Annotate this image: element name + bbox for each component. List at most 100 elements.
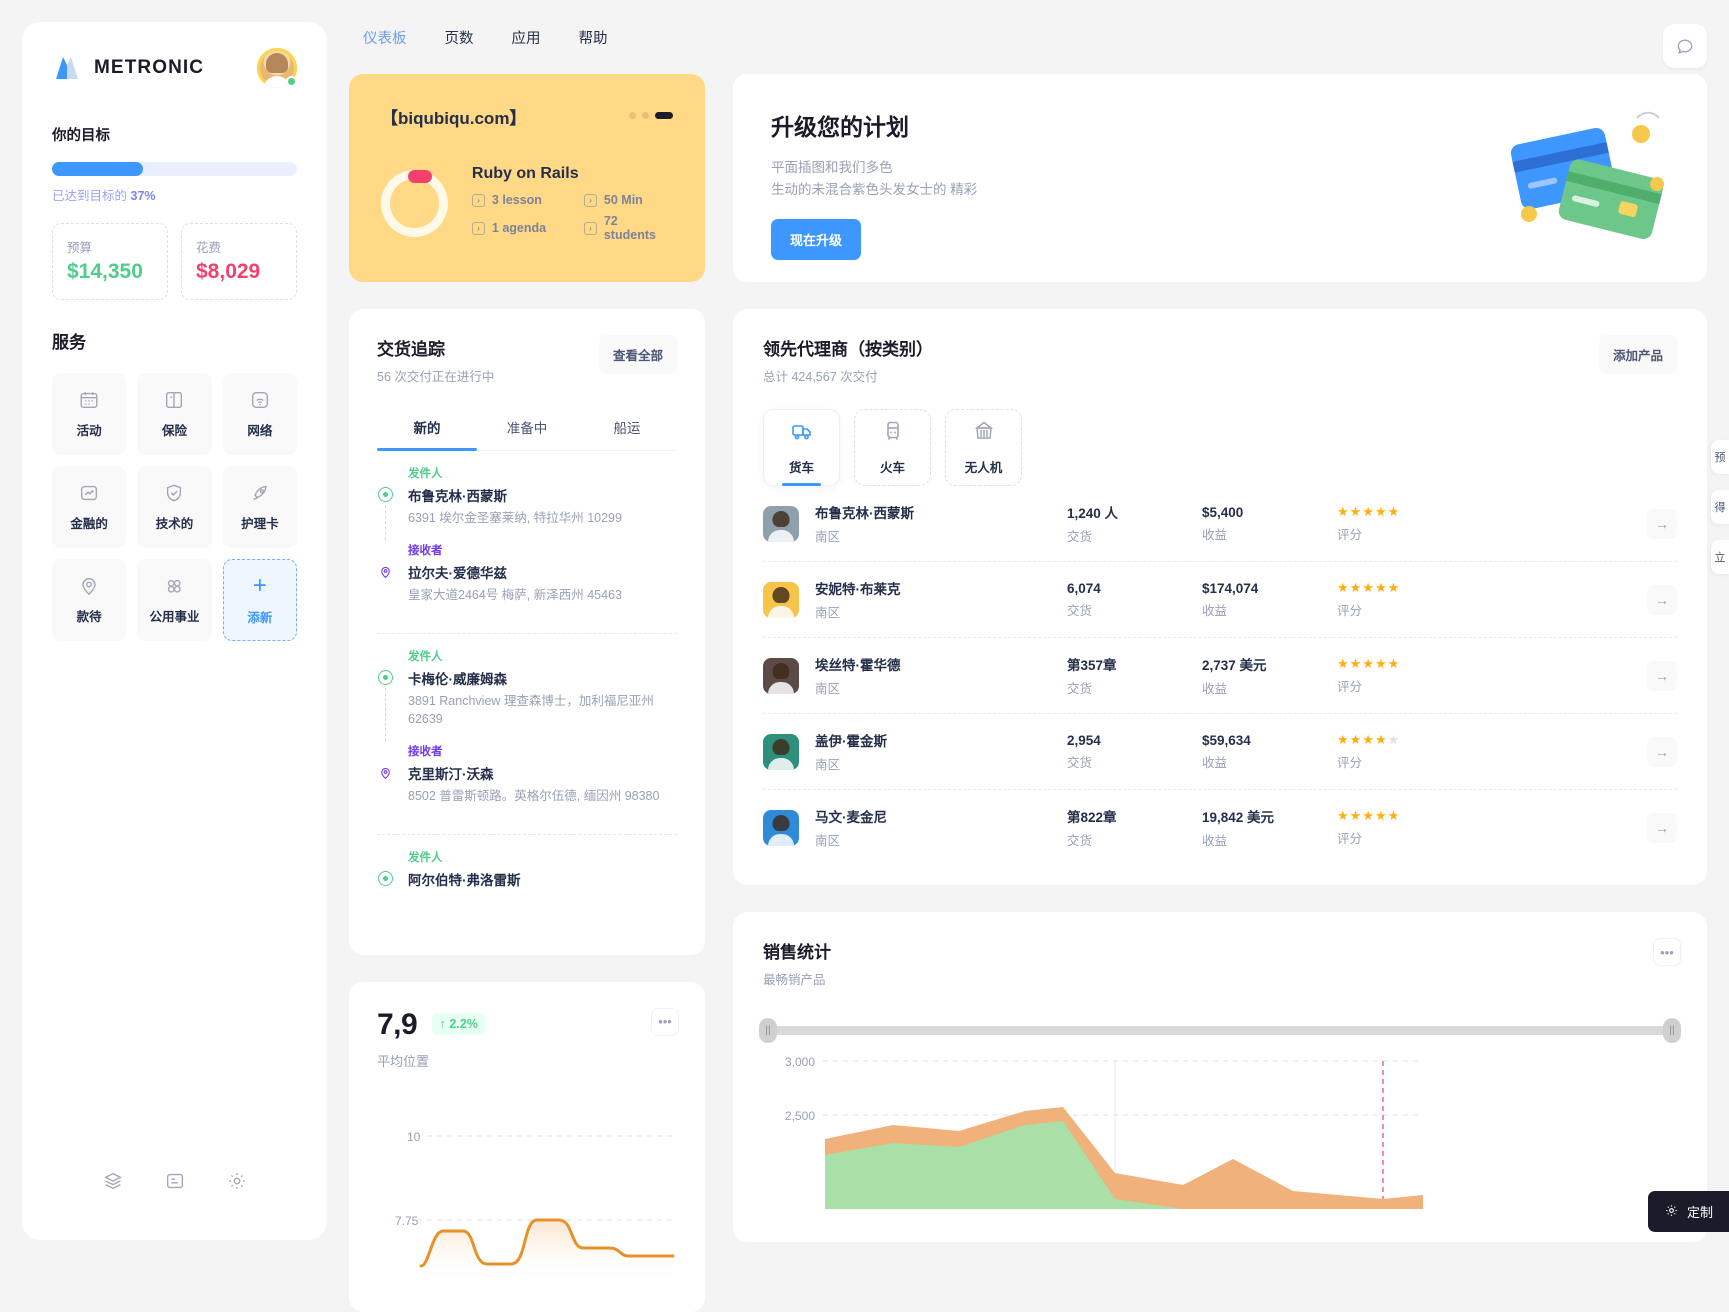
timeline-rail bbox=[377, 648, 394, 741]
sender-label: 发件人 bbox=[408, 851, 443, 864]
agent-rating-label: 评分 bbox=[1337, 604, 1363, 618]
service-tile-finance[interactable]: 金融的 bbox=[52, 466, 127, 548]
brand[interactable]: METRONIC bbox=[52, 53, 204, 83]
slider-handle-left[interactable]: || bbox=[759, 1018, 777, 1043]
tab-shipping[interactable]: 船运 bbox=[577, 407, 677, 450]
sales-chart: 3,000 2,500 bbox=[763, 1049, 1677, 1214]
slider-handle-right[interactable]: || bbox=[1663, 1018, 1681, 1043]
layers-icon[interactable] bbox=[102, 1170, 124, 1192]
pagination-dot[interactable] bbox=[629, 112, 636, 119]
agent-delivery-cell: 2,954 交货 bbox=[1067, 733, 1202, 771]
agents-title: 领先代理商（按类别） bbox=[763, 340, 933, 359]
nav-item-pages[interactable]: 页数 bbox=[445, 27, 474, 48]
add-product-button[interactable]: 添加产品 bbox=[1598, 335, 1677, 374]
service-tile-utilities[interactable]: 公用事业 bbox=[137, 559, 212, 641]
service-tile-technical[interactable]: 技术的 bbox=[137, 466, 212, 548]
service-label: 技术的 bbox=[155, 517, 194, 531]
agent-delivery-cell: 1,240 人 交货 bbox=[1067, 502, 1202, 545]
sidebar: METRONIC 你的目标 已达到目标的 37% 预算 $14,350 花费 $… bbox=[22, 22, 327, 1240]
brand-name: METRONIC bbox=[94, 57, 205, 78]
promo-meta-item: › 50 Min bbox=[583, 193, 673, 207]
average-position-card: 7,9 ↑ 2.2% 平均位置 ••• 10 7.75 bbox=[349, 981, 705, 1312]
delivery-timeline: 发件人 布鲁克林·西蒙斯 6391 埃尔金圣塞莱纳, 特拉华州 10299 接收… bbox=[377, 465, 677, 917]
goal-progress-percent: 37% bbox=[130, 189, 156, 203]
pagination-dot-active[interactable] bbox=[655, 112, 673, 119]
timeline-body: 发件人 卡梅伦·威廉姆森 3891 Ranchview 理查森博士，加利福尼亚州… bbox=[408, 648, 677, 742]
agent-revenue-cell: 2,737 美元 收益 bbox=[1202, 654, 1337, 697]
upgrade-desc-line2: 生动的未混合紫色头发女士的 精彩 bbox=[771, 181, 978, 197]
agent-identity: 埃丝特·霍华德 南区 bbox=[799, 654, 1067, 697]
user-avatar[interactable] bbox=[257, 48, 297, 88]
agent-name: 布鲁克林·西蒙斯 bbox=[815, 506, 914, 521]
delivery-group: 发件人 布鲁克林·西蒙斯 6391 埃尔金圣塞莱纳, 特拉华州 10299 接收… bbox=[377, 465, 677, 634]
service-tile-add-new[interactable]: + 添新 bbox=[222, 559, 297, 641]
agent-rating-cell: ★★★★★ 评分 bbox=[1337, 732, 1472, 771]
timeline-entry-receiver: 接收者 克里斯汀·沃森 8502 普雷斯顿路。英格尔伍德, 缅因州 98380 bbox=[377, 743, 677, 820]
agent-identity: 安妮特·布莱克 南区 bbox=[799, 578, 1067, 621]
average-area-chart-svg bbox=[417, 1135, 677, 1284]
rail-chip[interactable]: 得 bbox=[1711, 490, 1729, 524]
service-tile-hospitality[interactable]: 款待 bbox=[52, 559, 127, 641]
notes-icon[interactable] bbox=[164, 1170, 186, 1192]
chat-help-icon[interactable] bbox=[1663, 24, 1707, 68]
arrow-right-icon[interactable]: → bbox=[1647, 736, 1677, 767]
customize-button[interactable]: 定制 bbox=[1647, 1191, 1729, 1232]
agent-revenue-cell: 19,842 美元 收益 bbox=[1202, 806, 1337, 849]
mode-truck[interactable]: 货车 bbox=[763, 409, 840, 486]
right-rail: 预 得 立 bbox=[1711, 440, 1729, 574]
upgrade-now-button[interactable]: 现在升级 bbox=[771, 219, 862, 261]
service-tile-carecard[interactable]: 护理卡 bbox=[222, 466, 297, 548]
truck-icon bbox=[790, 419, 814, 448]
nav-item-apps[interactable]: 应用 bbox=[512, 27, 541, 48]
mode-label: 货车 bbox=[788, 461, 814, 475]
upgrade-desc-line1: 平面插图和我们多色 bbox=[771, 160, 893, 175]
promo-pagination[interactable] bbox=[629, 112, 673, 119]
delivery-titles: 交货追踪 56 次交付正在进行中 bbox=[377, 335, 494, 385]
promo-meta-label: 3 lesson bbox=[491, 193, 542, 207]
receiver-name: 拉尔夫·爱德华兹 bbox=[408, 565, 507, 581]
gear-icon[interactable] bbox=[226, 1170, 248, 1192]
wallet-cards-illustration bbox=[1491, 96, 1671, 261]
pagination-dot[interactable] bbox=[642, 112, 649, 119]
y-tick-label: 10 bbox=[407, 1129, 421, 1144]
table-row: 盖伊·霍金斯 南区 2,954 交货 $59,634 收益 ★★★★★ 评分 → bbox=[763, 714, 1677, 790]
agent-region: 南区 bbox=[815, 606, 841, 620]
agent-region: 南区 bbox=[815, 682, 841, 696]
agent-revenue-cell: $5,400 收益 bbox=[1202, 505, 1337, 543]
promo-meta-label: 72 students bbox=[603, 214, 656, 242]
promo-meta-item: › 3 lesson bbox=[471, 193, 572, 207]
view-all-button[interactable]: 查看全部 bbox=[598, 335, 677, 374]
arrow-right-icon[interactable]: → bbox=[1647, 584, 1677, 615]
mode-drone[interactable]: 无人机 bbox=[945, 409, 1022, 486]
receiver-name: 克里斯汀·沃森 bbox=[408, 767, 494, 782]
mode-label: 无人机 bbox=[964, 461, 1003, 475]
delivery-group: 发件人 卡梅伦·威廉姆森 3891 Ranchview 理查森博士，加利福尼亚州… bbox=[377, 648, 677, 835]
agent-rating-label: 评分 bbox=[1337, 680, 1363, 694]
promo-card: 【biqubiqu.com】 Ruby on Rails › 3 lesson … bbox=[349, 74, 705, 282]
receiver-pin-icon bbox=[378, 564, 393, 579]
sales-range-slider[interactable]: || || bbox=[759, 1018, 1681, 1043]
service-tile-network[interactable]: 网络 bbox=[222, 373, 297, 455]
rail-chip[interactable]: 预 bbox=[1711, 440, 1729, 474]
agent-revenue-value: 19,842 美元 bbox=[1202, 810, 1275, 825]
arrow-right-icon[interactable]: → bbox=[1647, 660, 1677, 691]
agent-delivery-value: 1,240 人 bbox=[1067, 506, 1119, 521]
mode-train[interactable]: 火车 bbox=[854, 409, 931, 486]
arrow-right-icon[interactable]: → bbox=[1647, 508, 1677, 539]
timeline-body: 发件人 布鲁克林·西蒙斯 6391 埃尔金圣塞莱纳, 特拉华州 10299 bbox=[408, 465, 677, 540]
delivery-group: 发件人 阿尔伯特·弗洛雷斯 bbox=[377, 849, 677, 917]
table-row: 埃丝特·霍华德 南区 第357章 交货 2,737 美元 收益 ★★★★★ 评分… bbox=[763, 638, 1677, 714]
ellipsis-icon[interactable]: ••• bbox=[651, 1007, 679, 1036]
nav-item-dashboard[interactable]: 仪表板 bbox=[363, 27, 407, 48]
chevron-box-icon: › bbox=[583, 221, 597, 235]
service-tile-activity[interactable]: 活动 bbox=[52, 373, 127, 455]
sender-dot-icon bbox=[378, 669, 393, 685]
service-tile-insurance[interactable]: 保险 bbox=[137, 373, 212, 455]
ellipsis-icon[interactable]: ••• bbox=[1653, 938, 1681, 966]
tab-preparing[interactable]: 准备中 bbox=[477, 407, 577, 450]
agent-region: 南区 bbox=[815, 758, 841, 772]
rail-chip[interactable]: 立 bbox=[1711, 540, 1729, 574]
arrow-right-icon[interactable]: → bbox=[1647, 812, 1677, 843]
nav-item-help[interactable]: 帮助 bbox=[579, 27, 608, 48]
tab-new[interactable]: 新的 bbox=[377, 407, 477, 451]
